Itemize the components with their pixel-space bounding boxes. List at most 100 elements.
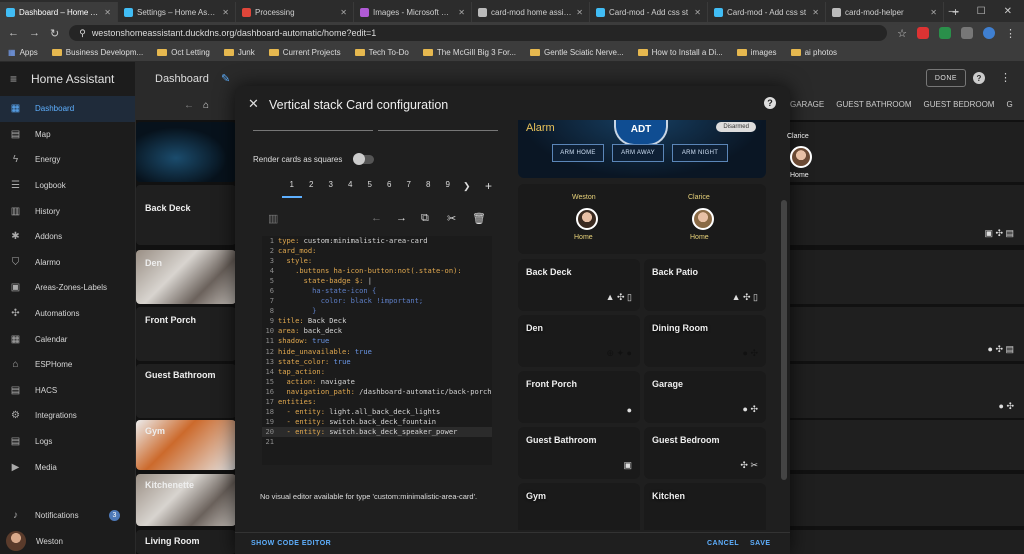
forward-icon[interactable]: → — [29, 27, 40, 39]
sidebar-item-integrations[interactable]: ⚙ Integrations — [0, 403, 135, 429]
alarm-card[interactable]: Alarm ADT Disarmed ARM HOME ARM AWAY ARM N… — [518, 120, 766, 178]
sidebar-menu-icon[interactable]: ≡ — [10, 72, 17, 86]
bookmark-item[interactable]: ai photos — [790, 48, 837, 57]
bookmark-item[interactable]: ▦ Apps — [8, 48, 38, 57]
room-card[interactable]: Kitchen — [644, 483, 766, 530]
sidebar-item-esphome[interactable]: ⌂ ESPHome — [0, 352, 135, 378]
bookmark-item[interactable]: Gentle Sciatic Nerve... — [530, 48, 624, 57]
browser-tab[interactable]: Dashboard – Home Assistant ✕ — [0, 2, 118, 22]
room-card[interactable]: Back Deck ▲ ✣ ▯ — [518, 259, 640, 311]
card-tab[interactable]: 7 — [399, 178, 419, 198]
room-card[interactable]: Den ⊕ ✦ ● — [518, 315, 640, 367]
sidebar-item-calendar[interactable]: ▦ Calendar — [0, 326, 135, 352]
sidebar-item-dashboard[interactable]: ▦ Dashboard — [0, 96, 135, 122]
sidebar-item-profile[interactable]: Weston — [0, 528, 136, 554]
extension-icon[interactable] — [917, 27, 929, 39]
view-tab[interactable]: GUEST BATHROOM — [836, 100, 911, 109]
card-tab[interactable]: 3 — [321, 178, 341, 198]
arm-button[interactable]: ARM HOME — [552, 144, 604, 162]
dialog-scrollbar[interactable] — [781, 200, 787, 480]
card-tab[interactable]: 2 — [302, 178, 322, 198]
back-icon[interactable]: ← — [8, 27, 19, 39]
tab-close-icon[interactable]: ✕ — [458, 8, 465, 17]
text-field-underline[interactable] — [378, 130, 498, 131]
sidebar-item-hacs[interactable]: ▤ HACS — [0, 378, 135, 404]
sidebar-item-map[interactable]: ▤ Map — [0, 122, 135, 148]
room-card[interactable]: Front Porch ● — [518, 371, 640, 423]
bg-card[interactable]: Den — [136, 250, 236, 304]
close-dialog-icon[interactable]: ✕ — [248, 96, 259, 112]
add-card-icon[interactable]: + — [485, 179, 492, 193]
card-tab[interactable]: 1 — [282, 178, 302, 198]
sidebar-item-automations[interactable]: ✣ Automations — [0, 301, 135, 327]
card-tab[interactable]: 8 — [419, 178, 439, 198]
menu-icon[interactable]: ⋮ — [1005, 27, 1016, 40]
save-button[interactable]: SAVE — [750, 540, 771, 547]
sidebar-item-alarmo[interactable]: ⛉ Alarmo — [0, 250, 135, 276]
yaml-code-editor[interactable]: 1 type: custom:minimalistic-area-card 2 car… — [262, 236, 492, 465]
card-tab[interactable]: 5 — [360, 178, 380, 198]
browser-tab[interactable]: Images - Microsoft Design✕ — [354, 2, 472, 22]
move-right-icon[interactable]: → — [396, 212, 407, 224]
browser-tab[interactable]: Card-mod - Add css st ✕ — [590, 2, 708, 22]
sidebar-item-areas-zones-labels[interactable]: ▣ Areas-Zones-Labels — [0, 275, 135, 301]
bg-card[interactable]: Living Room — [136, 530, 236, 554]
tab-close-icon[interactable]: ✕ — [104, 8, 111, 17]
bg-card[interactable]: Gym — [136, 420, 236, 470]
arm-button[interactable]: ARM AWAY — [612, 144, 664, 162]
profile-icon[interactable] — [983, 27, 995, 39]
sidebar-item-logs[interactable]: ▤ Logs — [0, 429, 135, 455]
show-code-editor-button[interactable]: SHOW CODE EDITOR — [251, 540, 331, 547]
browser-tab[interactable]: Settings – Home Assistant ✕ — [118, 2, 236, 22]
help-icon[interactable]: ? — [973, 72, 985, 84]
view-tab[interactable]: GARAGE — [790, 100, 824, 109]
arm-button[interactable]: ARM NIGHT — [672, 144, 728, 162]
bookmark-item[interactable]: The McGill Big 3 For... — [422, 48, 516, 57]
room-card[interactable]: Garage ● ✣ — [644, 371, 766, 423]
delete-icon[interactable]: 🗑 — [472, 212, 486, 225]
bg-card[interactable]: Kitchenette — [136, 474, 236, 526]
browser-tab[interactable]: card-mod home assistant ✕ — [472, 2, 590, 22]
sidebar-item-media[interactable]: ▶ Media — [0, 454, 135, 480]
bookmark-item[interactable]: How to Install a Di... — [637, 48, 723, 57]
bookmark-item[interactable]: Tech To-Do — [354, 48, 409, 57]
bg-card[interactable]: Guest Bathroom — [136, 364, 236, 418]
arrow-left-icon[interactable]: ← — [184, 100, 194, 111]
room-card[interactable]: Guest Bathroom ▣ — [518, 427, 640, 479]
close-window-icon[interactable]: ✕ — [1004, 6, 1012, 17]
address-bar[interactable]: ⚲ westonshomeassistant.duckdns.org/dashb… — [69, 25, 888, 41]
done-button[interactable]: DONE — [926, 69, 966, 87]
sidebar-item-energy[interactable]: ϟ Energy — [0, 147, 135, 173]
room-card[interactable]: Guest Bedroom ✣ ✂ — [644, 427, 766, 479]
extensions-icon[interactable] — [961, 27, 973, 39]
bookmark-item[interactable]: Junk — [223, 48, 255, 57]
browser-tab[interactable]: Processing ✕ — [236, 2, 354, 22]
bg-card[interactable]: Front Porch — [136, 307, 236, 361]
tab-close-icon[interactable]: ✕ — [340, 8, 347, 17]
cut-icon[interactable]: ✂ — [447, 212, 456, 225]
browser-tab[interactable]: card-mod-helper ✕ — [826, 2, 944, 22]
text-field-underline[interactable] — [253, 130, 373, 131]
bookmark-item[interactable]: images — [736, 48, 777, 57]
sidebar-item-notifications[interactable]: ♪ Notifications 3 — [0, 502, 136, 528]
tab-close-icon[interactable]: ✕ — [222, 8, 229, 17]
home-icon[interactable]: ⌂ — [203, 100, 209, 111]
help-icon[interactable]: ? — [764, 97, 776, 109]
card-tab[interactable]: 4 — [341, 178, 361, 198]
card-tab[interactable]: 6 — [380, 178, 400, 198]
extension-icon[interactable] — [939, 27, 951, 39]
more-options-icon[interactable]: ⋮ — [1000, 71, 1011, 84]
bookmark-star-icon[interactable]: ☆ — [897, 27, 907, 40]
minimize-icon[interactable]: — — [949, 6, 959, 17]
view-tab[interactable]: GUEST BEDROOM — [924, 100, 995, 109]
sidebar-item-addons[interactable]: ✱ Addons — [0, 224, 135, 250]
site-info-icon[interactable]: ⚲ — [79, 28, 86, 39]
chevron-right-icon[interactable]: ❯ — [463, 181, 471, 192]
persons-card[interactable]: Weston Home Clarice Home — [518, 184, 766, 254]
bookmark-item[interactable]: Current Projects — [268, 48, 341, 57]
reload-icon[interactable]: ↻ — [50, 27, 59, 40]
render-squares-toggle[interactable] — [353, 153, 374, 165]
cancel-button[interactable]: CANCEL — [707, 540, 739, 547]
view-tab[interactable]: G — [1006, 100, 1012, 109]
edit-pencil-icon[interactable]: ✎ — [221, 72, 230, 85]
